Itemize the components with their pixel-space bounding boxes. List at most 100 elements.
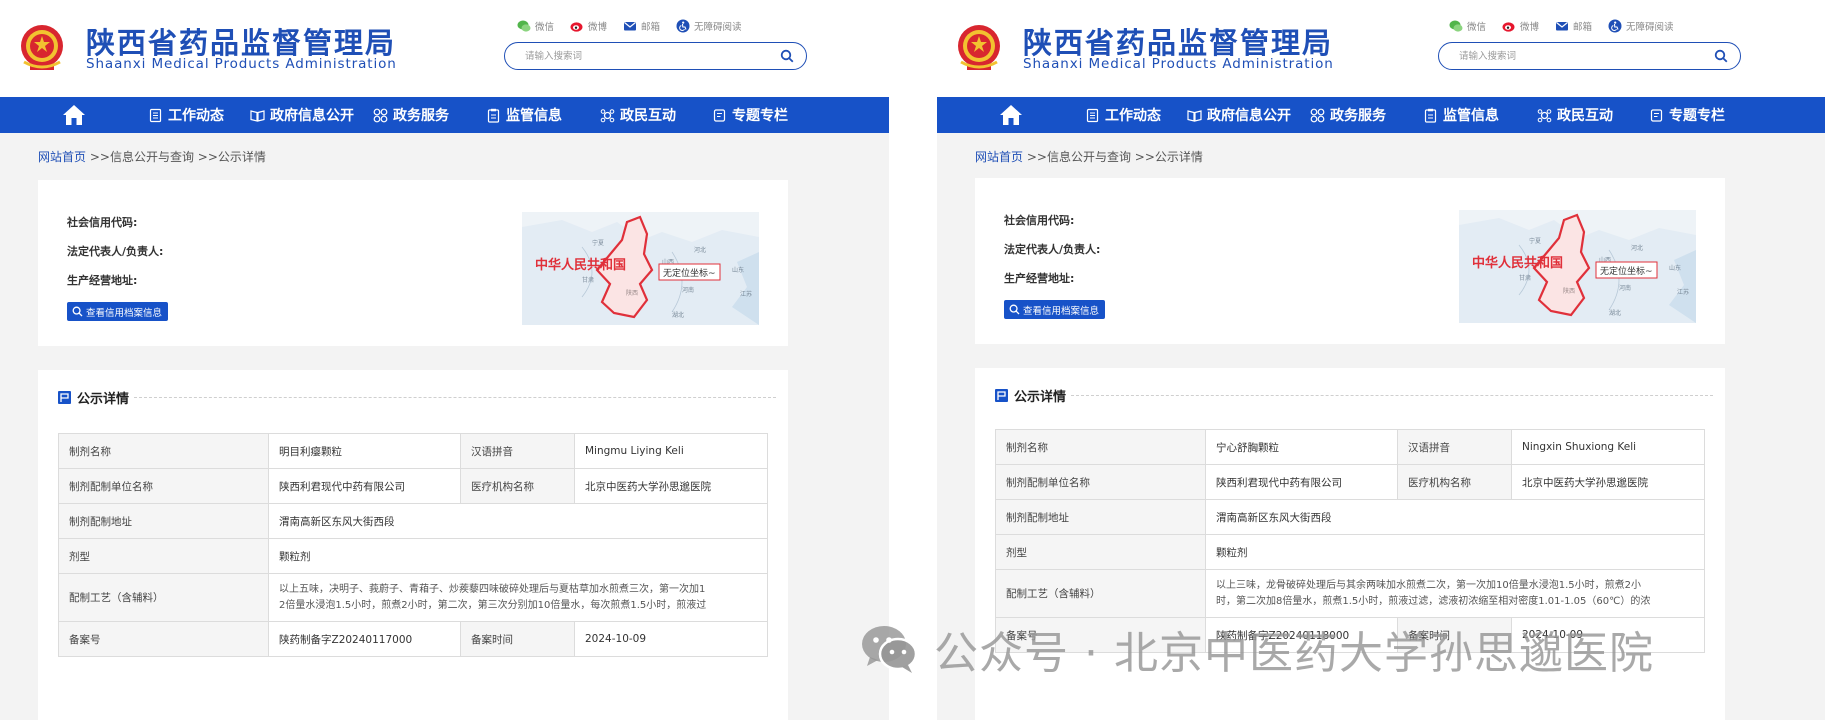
nav-label: 工作动态: [1105, 108, 1161, 124]
home-icon[interactable]: [62, 104, 86, 126]
nav-label: 政务服务: [1330, 108, 1386, 124]
search-icon[interactable]: [780, 49, 794, 63]
table-row: 制剂配制地址 渭南高新区东风大街西段: [995, 499, 1705, 535]
accessibility-link[interactable]: 无障碍阅读: [676, 19, 742, 33]
company-info-card: 社会信用代码: 法定代表人/负责人: 生产经营地址: 查看信用档案信息 宁夏 河…: [975, 178, 1725, 344]
nav-item-supervision[interactable]: 监管信息: [486, 97, 562, 133]
address-label: 生产经营地址:: [67, 274, 138, 287]
field-value: 渭南高新区东风大街西段: [268, 503, 768, 539]
map-note: 无定位坐标~: [663, 267, 716, 279]
nav-item-gov-info[interactable]: 政府信息公开: [1187, 97, 1291, 133]
search-input[interactable]: [1459, 48, 1699, 64]
map-place-label: 宁夏: [592, 239, 604, 247]
field-value: 2024-10-09: [574, 621, 768, 657]
nav-item-special-column[interactable]: 专题专栏: [1649, 97, 1725, 133]
mail-link[interactable]: 邮箱: [1555, 19, 1592, 33]
map-place-label: 山东: [732, 266, 744, 274]
mail-icon: [624, 22, 637, 31]
field-label: 备案时间: [460, 621, 575, 657]
table-row: 备案号 陕药制备字Z20240117000 备案时间 2024-10-09: [58, 621, 768, 657]
map-place-label: 陕西: [626, 289, 638, 297]
nav-label: 专题专栏: [1669, 108, 1725, 124]
credit-code-label: 社会信用代码:: [67, 216, 138, 229]
section-divider: [134, 397, 776, 398]
map-place-label: 湖北: [1609, 309, 1621, 317]
nav-item-work-news[interactable]: 工作动态: [1085, 97, 1161, 133]
field-label: 汉语拼音: [460, 433, 575, 469]
process-text[interactable]: 以上三味，龙骨破碎处理后与其余两味加水煎煮二次，第一次加10倍量水浸泡1.5小时…: [1205, 569, 1705, 618]
map-place-label: 江苏: [740, 290, 752, 298]
section-title-text: 公示详情: [1014, 390, 1067, 405]
table-row: 制剂配制单位名称 陕西利君现代中药有限公司 医疗机构名称 北京中医药大学孙思邈医…: [58, 468, 768, 504]
table-row: 剂型 颗粒剂: [58, 538, 768, 574]
search-box: [1438, 42, 1741, 70]
process-line: 以上五味，决明子、莪蔚子、青葙子、炒蒺藜四味破碎处理后与夏枯草加水煎煮三次，第一…: [279, 583, 706, 595]
document-list-icon: [149, 108, 162, 122]
search-icon[interactable]: [1714, 49, 1728, 63]
field-label: 制剂配制地址: [995, 499, 1206, 535]
search-box: [504, 42, 807, 70]
weibo-link[interactable]: 微博: [570, 19, 607, 33]
field-label: 配制工艺（含辅料）: [58, 573, 269, 622]
map-place-label: 河北: [694, 246, 706, 254]
wechat-link[interactable]: 微信: [517, 19, 554, 33]
detail-page-right: 陕西省药品监督管理局 Shaanxi Medical Products Admi…: [937, 0, 1825, 720]
breadcrumb-home[interactable]: 网站首页: [975, 150, 1023, 164]
national-emblem-icon: [958, 25, 1000, 70]
watermark-text: 公众号 · 北京中医药大学孙思邈医院: [934, 628, 1654, 679]
grid-circles-icon: [373, 108, 388, 122]
field-value: 颗粒剂: [1205, 534, 1705, 570]
weibo-link[interactable]: 微博: [1502, 19, 1539, 33]
nav-item-gov-service[interactable]: 政务服务: [373, 97, 449, 133]
section-title: 公示详情: [994, 386, 1066, 405]
breadcrumb-level2[interactable]: 信息公开与查询: [1047, 150, 1131, 164]
nav-item-special-column[interactable]: 专题专栏: [712, 97, 788, 133]
credit-code-label: 社会信用代码:: [1004, 214, 1075, 227]
nav-item-interaction[interactable]: 政民互动: [600, 97, 676, 133]
site-header: 陕西省药品监督管理局 Shaanxi Medical Products Admi…: [0, 0, 889, 97]
map-place-label: 陕西: [1563, 287, 1575, 295]
location-map[interactable]: 宁夏 河北 山西 甘肃 陕西 河南 山东 江苏 湖北 中华人民共和国 无定位坐标…: [1459, 210, 1696, 323]
wechat-link[interactable]: 微信: [1449, 19, 1486, 33]
view-credit-record-button[interactable]: 查看信用档案信息: [1004, 300, 1106, 319]
table-row: 制剂配制地址 渭南高新区东风大街西段: [58, 503, 768, 539]
field-label: 医疗机构名称: [460, 468, 575, 504]
table-row: 制剂配制单位名称 陕西利君现代中药有限公司 医疗机构名称 北京中医药大学孙思邈医…: [995, 464, 1705, 500]
detail-page-left: 陕西省药品监督管理局 Shaanxi Medical Products Admi…: [0, 0, 889, 720]
process-text[interactable]: 以上五味，决明子、莪蔚子、青葙子、炒蒺藜四味破碎处理后与夏枯草加水煎煮三次，第一…: [268, 573, 768, 622]
breadcrumb: 网站首页 >>信息公开与查询 >>公示详情: [38, 148, 266, 165]
nav-item-gov-info[interactable]: 政府信息公开: [250, 97, 354, 133]
field-label: 制剂配制单位名称: [995, 464, 1206, 500]
nav-item-supervision[interactable]: 监管信息: [1423, 97, 1499, 133]
nav-item-gov-service[interactable]: 政务服务: [1310, 97, 1386, 133]
company-info-card: 社会信用代码: 法定代表人/负责人: 生产经营地址: 查看信用档案信息 宁夏 河…: [38, 180, 788, 346]
home-icon[interactable]: [999, 104, 1023, 126]
accessibility-link[interactable]: 无障碍阅读: [1608, 19, 1674, 33]
view-credit-record-button[interactable]: 查看信用档案信息: [67, 302, 169, 321]
table-row: 制剂名称 宁心舒胸颗粒 汉语拼音 Ningxin Shuxiong Keli: [995, 429, 1705, 465]
breadcrumb-sep: >>: [89, 150, 110, 164]
wechat-logo-icon: [862, 626, 918, 673]
field-label: 制剂名称: [58, 433, 269, 469]
map-country-label: 中华人民共和国: [1472, 255, 1563, 271]
field-label: 汉语拼音: [1397, 429, 1512, 465]
button-label: 查看信用档案信息: [1023, 305, 1100, 317]
breadcrumb-level2[interactable]: 信息公开与查询: [110, 150, 194, 164]
search-input[interactable]: [525, 48, 765, 64]
national-emblem-icon: [21, 25, 63, 70]
nav-item-interaction[interactable]: 政民互动: [1537, 97, 1613, 133]
table-row: 配制工艺（含辅料） 以上五味，决明子、莪蔚子、青葙子、炒蒺藜四味破碎处理后与夏枯…: [58, 573, 768, 622]
breadcrumb-home[interactable]: 网站首页: [38, 150, 86, 164]
address-label: 生产经营地址:: [1004, 272, 1075, 285]
header-tools: 微信 微博 邮箱 无障碍阅读: [1449, 18, 1674, 34]
wechat-icon: [517, 20, 531, 32]
location-map[interactable]: 宁夏 河北 山西 甘肃 陕西 河南 山东 江苏 湖北 中华人民共和国 无定位坐标…: [522, 212, 759, 325]
nav-label: 政民互动: [620, 108, 676, 124]
tool-label: 微信: [1467, 22, 1487, 33]
nav-item-work-news[interactable]: 工作动态: [148, 97, 224, 133]
section-flag-icon: [58, 391, 71, 404]
tool-label: 微博: [1520, 22, 1540, 33]
table-row: 剂型 颗粒剂: [995, 534, 1705, 570]
open-book-icon: [250, 109, 265, 122]
mail-link[interactable]: 邮箱: [623, 19, 660, 33]
